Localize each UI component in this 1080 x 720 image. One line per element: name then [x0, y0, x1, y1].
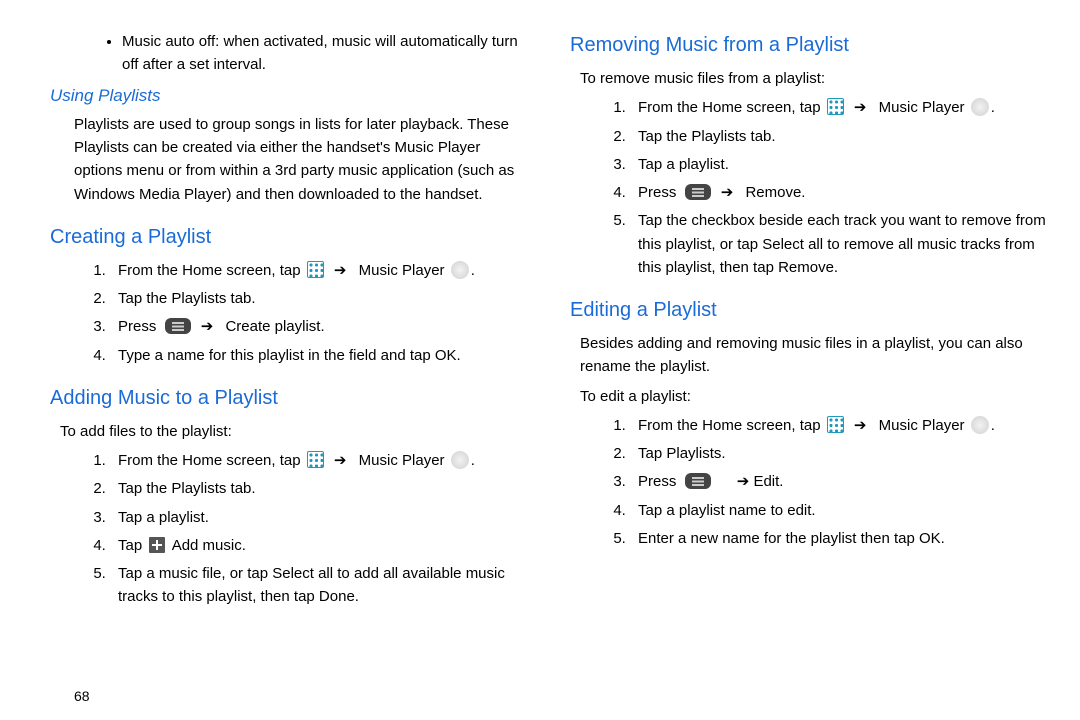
step-text: Press [118, 318, 156, 335]
step: From the Home screen, tap ➔ Music Player… [630, 414, 1050, 437]
music-player-icon [451, 451, 469, 469]
step: Tap a playlist. [110, 506, 530, 529]
step: Tap a playlist name to edit. [630, 499, 1050, 522]
arrow-icon: ➔ [721, 184, 734, 201]
step-text: Add music. [172, 537, 246, 554]
step: Tap the checkbox beside each track you w… [630, 209, 1050, 279]
music-player-icon [451, 261, 469, 279]
step: Tap a playlist. [630, 153, 1050, 176]
step: Press ➔ Create playlist. [110, 315, 530, 338]
step: Tap the Playlists tab. [630, 125, 1050, 148]
step-text: Music Player [359, 262, 445, 279]
heading-removing-music: Removing Music from a Playlist [570, 30, 1050, 61]
step-text: Press [638, 473, 676, 490]
paragraph: Besides adding and removing music files … [580, 332, 1050, 379]
page: Music auto off: when activated, music wi… [0, 0, 1080, 720]
menu-button-icon [685, 184, 711, 200]
step: Press ➔ Remove. [630, 181, 1050, 204]
apps-grid-icon [307, 451, 324, 468]
step-text: From the Home screen, tap [118, 262, 301, 279]
step-text: Music Player [879, 99, 965, 116]
music-player-icon [971, 98, 989, 116]
step: Tap the Playlists tab. [110, 287, 530, 310]
step-text: Edit. [753, 473, 783, 490]
apps-grid-icon [827, 98, 844, 115]
step: Press ➔ Edit. [630, 470, 1050, 493]
step-text: Music Player [879, 417, 965, 434]
steps-removing: From the Home screen, tap ➔ Music Player… [570, 96, 1050, 279]
heading-editing-playlist: Editing a Playlist [570, 295, 1050, 326]
arrow-icon: ➔ [334, 452, 347, 469]
arrow-icon: ➔ [854, 417, 867, 434]
steps-editing: From the Home screen, tap ➔ Music Player… [570, 414, 1050, 550]
steps-adding: From the Home screen, tap ➔ Music Player… [50, 449, 530, 609]
step: From the Home screen, tap ➔ Music Player… [110, 259, 530, 282]
step: Tap Add music. [110, 534, 530, 557]
heading-creating-playlist: Creating a Playlist [50, 222, 530, 253]
paragraph: Playlists are used to group songs in lis… [74, 113, 530, 206]
left-column: Music auto off: when activated, music wi… [50, 30, 530, 720]
heading-adding-music: Adding Music to a Playlist [50, 383, 530, 414]
step-text: Create playlist. [225, 318, 324, 335]
step-text: From the Home screen, tap [638, 417, 821, 434]
right-column: Removing Music from a Playlist To remove… [570, 30, 1050, 720]
apps-grid-icon [827, 416, 844, 433]
apps-grid-icon [307, 261, 324, 278]
step: Enter a new name for the playlist then t… [630, 527, 1050, 550]
menu-button-icon [685, 473, 711, 489]
bullet-item: Music auto off: when activated, music wi… [122, 30, 530, 77]
menu-button-icon [165, 318, 191, 334]
intro-text: To edit a playlist: [580, 385, 1050, 408]
intro-text: To remove music files from a playlist: [580, 67, 1050, 90]
music-player-icon [971, 416, 989, 434]
step: Type a name for this playlist in the fie… [110, 344, 530, 367]
step-text: From the Home screen, tap [118, 452, 301, 469]
bullet-list: Music auto off: when activated, music wi… [50, 30, 530, 77]
step: Tap a music file, or tap Select all to a… [110, 562, 530, 609]
steps-creating: From the Home screen, tap ➔ Music Player… [50, 259, 530, 367]
step: From the Home screen, tap ➔ Music Player… [630, 96, 1050, 119]
step-text: Tap [118, 537, 142, 554]
page-number: 68 [74, 686, 90, 708]
step-text: Music Player [359, 452, 445, 469]
arrow-icon: ➔ [737, 473, 750, 490]
arrow-icon: ➔ [854, 99, 867, 116]
heading-using-playlists: Using Playlists [50, 83, 530, 109]
step-text: Remove. [745, 184, 805, 201]
arrow-icon: ➔ [201, 318, 214, 335]
step-text: From the Home screen, tap [638, 99, 821, 116]
step: Tap the Playlists tab. [110, 477, 530, 500]
arrow-icon: ➔ [334, 262, 347, 279]
step: From the Home screen, tap ➔ Music Player… [110, 449, 530, 472]
intro-text: To add files to the playlist: [60, 420, 530, 443]
step-text: Press [638, 184, 676, 201]
step: Tap Playlists. [630, 442, 1050, 465]
plus-icon [149, 537, 165, 553]
